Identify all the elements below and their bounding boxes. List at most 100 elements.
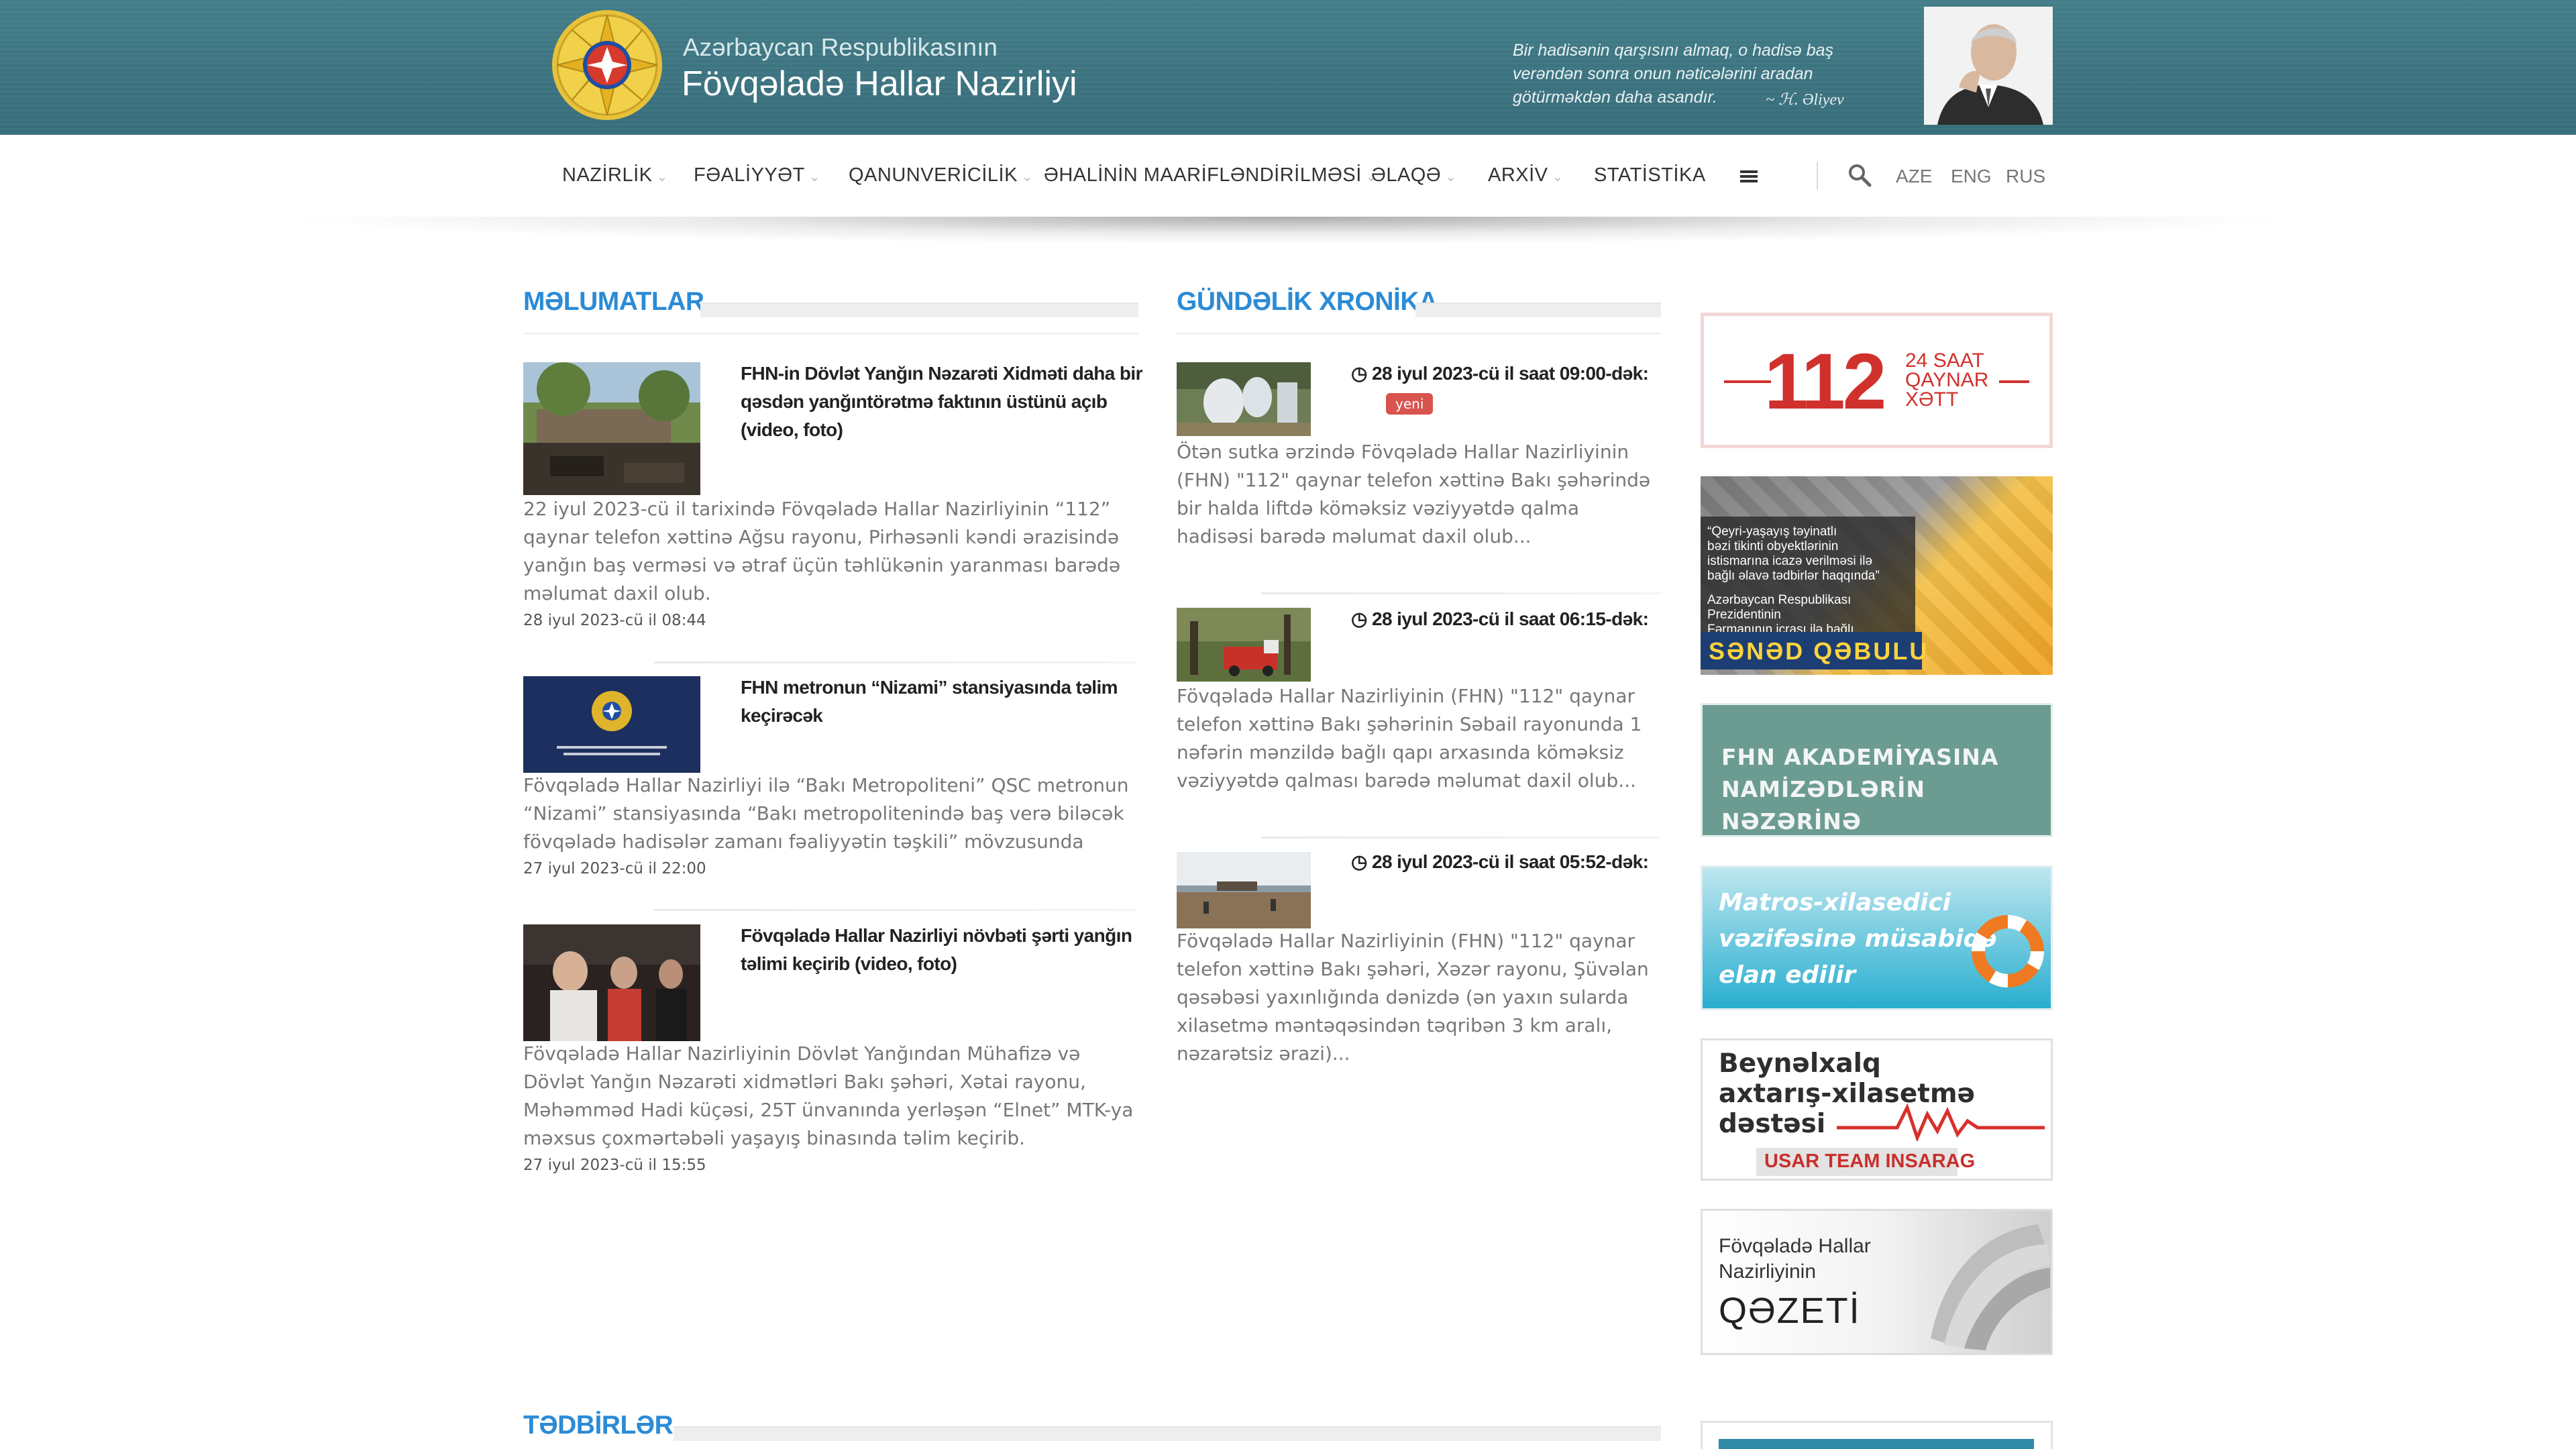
clock-icon: ◷	[1351, 851, 1373, 872]
chevron-down-icon: ⌄	[1021, 170, 1034, 184]
usar-tag: USAR TEAM INSARAG	[1764, 1150, 1976, 1172]
news-date: 27 iyul 2023-cü il 15:55	[523, 1157, 706, 1174]
lang-aze[interactable]: AZE	[1896, 166, 1932, 187]
chronicle-thumbnail-rescuers[interactable]	[1177, 362, 1311, 436]
news-title[interactable]: FHN metronun “Nizami” stansiyasında təli…	[741, 674, 1143, 730]
section-title-events[interactable]: TƏDBİRLƏR	[523, 1411, 674, 1440]
news-thumbnail-ministry-logo[interactable]	[523, 676, 700, 773]
news-excerpt: Fövqəladə Hallar Nazirliyinin Dövlət Yan…	[523, 1042, 1134, 1149]
nav-item-elaqe[interactable]: ƏLAQƏ ⌄	[1371, 164, 1456, 186]
heartbeat-line-icon	[1837, 1103, 2045, 1141]
news-excerpt: Fövqəladə Hallar Nazirliyi ilə “Bakı Met…	[523, 774, 1129, 853]
nav-item-fealiyyet[interactable]: FƏALİYYƏT ⌄	[694, 164, 820, 186]
nav-divider	[1817, 162, 1818, 190]
main-navigation: NAZİRLİK ⌄ FƏALİYYƏT ⌄ QANUNVERİCİLİK ⌄ ƏHA…	[0, 135, 2576, 217]
banner-doc-text: “Qeyri-yaşayış təyinatlı bəzi tikinti ob…	[1707, 525, 1922, 637]
banner-sailor-rescuer[interactable]: Matros-xilasedici vəzifəsinə müsabiqə el…	[1701, 865, 2053, 1010]
news-date: 28 iyul 2023-cü il 08:44	[523, 612, 706, 629]
banner-academy[interactable]: FHN AKADEMİYASINA NAMİZƏDLƏRİN NƏZƏRİNƏ	[1701, 703, 2053, 837]
hotline-text: 24 SAAT QAYNAR XƏTT	[1905, 350, 1989, 411]
banner-sailor-line: vəzifəsinə müsabiqə	[1719, 925, 1997, 953]
hotline-text-line: QAYNAR	[1905, 369, 1989, 391]
chronicle-excerpt: Fövqəladə Hallar Nazirliyinin (FHN) "112…	[1177, 685, 1642, 792]
section-title-bar	[700, 303, 1138, 317]
chronicle-time-label: 28 iyul 2023-cü il saat 05:52-dək:	[1372, 851, 1649, 872]
banner-usar-team[interactable]: Beynəlxalq axtarış-xilasetmə dəstəsi USA…	[1701, 1038, 2053, 1181]
chronicle-time[interactable]: ◷ 28 iyul 2023-cü il saat 09:00-dək:	[1351, 360, 1666, 388]
nav-item-nazirlik[interactable]: NAZİRLİK ⌄	[562, 164, 668, 186]
section-title-info[interactable]: MƏLUMATLAR	[523, 287, 704, 317]
banner-doc-line: istismarına icazə verilməsi ilə	[1707, 554, 1873, 568]
banner-sailor-line: Matros-xilasedici	[1719, 889, 1951, 916]
section-title-bar	[1415, 303, 1661, 317]
banner-doc-line: Azərbaycan Respublikası Prezidentinin	[1707, 593, 1851, 622]
news-thumbnail-fire-drill[interactable]	[523, 924, 700, 1041]
nav-label: STATİSTİKA	[1594, 164, 1706, 186]
banner-newspaper-title: QƏZETİ	[1719, 1291, 1861, 1331]
nav-item-qanunvericilik[interactable]: QANUNVERİCİLİK ⌄	[849, 164, 1033, 186]
banner-sailor-text: Matros-xilasedici vəzifəsinə müsabiqə el…	[1719, 885, 1997, 994]
clock-icon: ◷	[1351, 608, 1373, 629]
lang-rus[interactable]: RUS	[2006, 166, 2045, 187]
chevron-down-icon: ⌄	[1552, 170, 1564, 184]
news-title[interactable]: Fövqəladə Hallar Nazirliyi növbəti şərti…	[741, 922, 1143, 978]
chronicle-time[interactable]: ◷ 28 iyul 2023-cü il saat 05:52-dək:	[1351, 848, 1666, 876]
hotline-text-line: XƏTT	[1905, 388, 1959, 411]
nav-item-maariflendirme[interactable]: ƏHALİNİN MAARİFLƏNDİRİLMƏSİ ⌄	[1044, 164, 1377, 186]
new-badge: yeni	[1386, 393, 1434, 415]
chronicle-time-label: 28 iyul 2023-cü il saat 09:00-dək:	[1372, 363, 1649, 384]
banner-newspaper-text: Fövqəladə Hallar Nazirliyinin	[1719, 1234, 1871, 1285]
banner-newspaper[interactable]: Fövqəladə Hallar Nazirliyinin QƏZETİ	[1701, 1209, 2053, 1355]
banner-sailor-line: elan edilir	[1719, 961, 1856, 989]
clock-icon: ◷	[1351, 363, 1373, 384]
chronicle-excerpt: Ötən sutka ərzində Fövqəladə Hallar Nazi…	[1177, 441, 1651, 547]
banner-112-hotline[interactable]: 112 24 SAAT QAYNAR XƏTT	[1701, 313, 2053, 448]
banner-next[interactable]	[1701, 1421, 2053, 1449]
search-icon[interactable]	[1847, 163, 1872, 187]
nav-label: QANUNVERİCİLİK	[849, 164, 1018, 186]
chronicle-divider	[1261, 592, 1661, 594]
chevron-down-icon: ⌄	[808, 170, 821, 184]
banner-next-strip	[1719, 1439, 2034, 1449]
chevron-down-icon: ⌄	[1445, 170, 1457, 184]
chronicle-thumbnail-coast[interactable]	[1177, 852, 1311, 928]
news-title[interactable]: FHN-in Dövlət Yanğın Nəzarəti Xidməti da…	[741, 360, 1143, 444]
news-date: 27 iyul 2023-cü il 22:00	[523, 860, 706, 877]
section-title-bar	[674, 1426, 1661, 1441]
banner-document-acceptance[interactable]: “Qeyri-yaşayış təyinatlı bəzi tikinti ob…	[1701, 476, 2053, 675]
brand-title[interactable]: Fövqəladə Hallar Nazirliyi	[682, 64, 1077, 104]
ministry-emblem-icon[interactable]	[550, 8, 664, 122]
nav-shadow	[0, 217, 2576, 254]
news-thumbnail-burnt-field[interactable]	[523, 362, 700, 495]
chronicle-time-label: 28 iyul 2023-cü il saat 06:15-dək:	[1372, 608, 1649, 629]
banner-cta: SƏNƏD QƏBULU	[1709, 637, 1929, 665]
section-underline	[1177, 333, 1661, 334]
banner-newspaper-line: Nazirliyinin	[1719, 1260, 1817, 1283]
chronicle-excerpt: Fövqəladə Hallar Nazirliyinin (FHN) "112…	[1177, 930, 1649, 1065]
banner-doc-line: “Qeyri-yaşayış təyinatlı	[1707, 525, 1837, 539]
banner-academy-line: NAMİZƏDLƏRİN NƏZƏRİNƏ	[1721, 776, 1925, 835]
section-underline	[523, 333, 1138, 334]
banner-academy-text: FHN AKADEMİYASINA NAMİZƏDLƏRİN NƏZƏRİNƏ	[1721, 741, 2051, 835]
menu-hamburger-icon[interactable]	[1740, 168, 1758, 184]
banner-newspaper-line: Fövqəladə Hallar	[1719, 1235, 1871, 1257]
banner-usar-line: Beynəlxalq	[1719, 1049, 1881, 1079]
news-divider	[654, 661, 1137, 663]
banner-doc-line: bağlı əlavə tədbirlər haqqında”	[1707, 569, 1880, 583]
chronicle-time[interactable]: ◷ 28 iyul 2023-cü il saat 06:15-dək:	[1351, 605, 1666, 633]
nav-label: ƏLAQƏ	[1371, 164, 1442, 186]
nav-label: ƏHALİNİN MAARİFLƏNDİRİLMƏSİ	[1044, 164, 1362, 186]
hotline-text-line: 24 SAAT	[1905, 350, 1984, 372]
nav-label: ARXİV	[1488, 164, 1548, 186]
nav-label: FƏALİYYƏT	[694, 164, 805, 186]
news-divider	[654, 909, 1137, 911]
section-title-chronicle[interactable]: GÜNDƏLİK XRONİKA	[1177, 287, 1438, 317]
chronicle-thumbnail-fire-truck[interactable]	[1177, 608, 1311, 682]
news-excerpt: 22 iyul 2023-cü il tarixində Fövqəladə H…	[523, 498, 1121, 604]
nav-item-statistika[interactable]: STATİSTİKA	[1594, 164, 1706, 186]
nav-label: NAZİRLİK	[562, 164, 653, 186]
nav-item-arxiv[interactable]: ARXİV ⌄	[1488, 164, 1564, 186]
site-header: Azərbaycan Respublikasının Fövqəladə Hal…	[0, 0, 2576, 135]
newspaper-icon	[1931, 1224, 2050, 1350]
lang-eng[interactable]: ENG	[1951, 166, 1992, 187]
